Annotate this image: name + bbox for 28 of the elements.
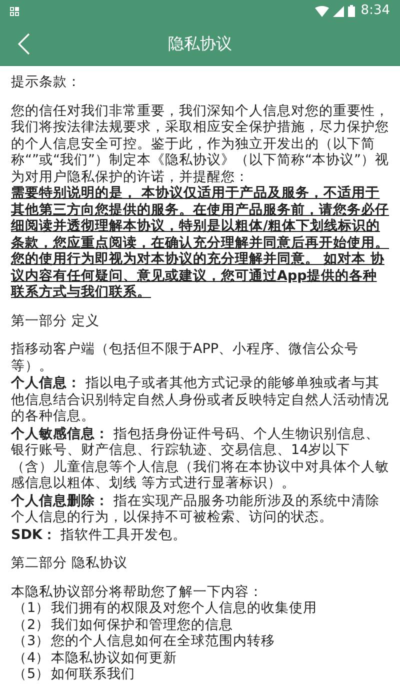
- list-item-text: 我们拥有的权限及对您个人信息的收集使用: [51, 600, 317, 616]
- definition: 个人敏感信息： 指包括身份证件号码、个人生物识别信息、银行账号、财产信息、行踪轨迹、交易信息、14岁以下（含）儿童信息等个人信息（我们将在本协议中对具体个人敏感信息以粗体、划线 等方式进行显著标识）。: [11, 426, 389, 492]
- list-number: （5）: [13, 666, 51, 682]
- paragraph: 第一部分 定义: [11, 312, 100, 329]
- list-item-text: 我们如何保护和管理您的信息: [51, 616, 233, 633]
- list-item-text: 您的个人信息如何在全球范围内转移: [51, 633, 275, 650]
- notice-paragraph: 需要特别说明的是， 本协议仅适用于产品及服务，不适用于其他第三方向您提供的服务。在使用产品服务前，请您务必仔细阅读并透彻理解本协议，特别是以粗体/粗体下划线标识的条款，您应重点阅读，在确认充分理解并同意后再开始使用。您的使用行为即视为对本协议的充分理解并同意。 如对本 协议内容有任何疑问、意见或建议，您可通过App提供的各种联系方式与我们联系。: [11, 185, 389, 300]
- page-title: 隐私协议: [168, 32, 232, 54]
- list-item-text: 本隐私协议如何更新: [51, 650, 177, 666]
- clock: 8:34: [360, 2, 390, 20]
- paragraph: 指移动客户端（包括但不限于APP、小程序、微信公众号等）。: [11, 341, 360, 374]
- list-number: （2）: [13, 616, 51, 633]
- list-number: （4）: [13, 650, 51, 666]
- definition: SDK： 指软件工具开发包。: [11, 526, 188, 543]
- list-item-text: 如何联系我们: [51, 666, 135, 682]
- definition: 个人信息删除： 指在实现产品服务功能所涉及的系统中清除个人信息的行为，以保持不可被检索、访问的状态。: [11, 492, 380, 526]
- wifi-icon: [314, 6, 329, 16]
- battery-icon: [348, 5, 355, 17]
- paragraph: 提示条款：: [11, 74, 82, 90]
- definition: 个人信息： 指以电子或者其他方式记录的能够单独或者与其他信息结合识别特定自然人身份或者反映特定自然人活动情况的各种信息。: [11, 375, 389, 424]
- paragraph: 您的信任对我们非常重要，我们深知个人信息对您的重要性，我们将按法律法规要求，采取相应安全保护措施，尽力保护您的个人信息安全可控。鉴于此，作为独立开发出的（以下简称“”或“我们”）制定本《隐私协议》（以下简称“本协议”）视为对用户隐私保护的许诺，并提醒您：: [11, 102, 389, 185]
- notification-icon: [10, 6, 19, 16]
- back-icon: [18, 33, 30, 55]
- paragraph: 本隐私协议部分将帮助您了解一下内容：: [11, 584, 264, 600]
- signal-icon: [332, 6, 344, 16]
- paragraph: 第二部分 隐私协议: [11, 555, 128, 572]
- list-number: （3）: [13, 633, 51, 650]
- list-number: （1）: [13, 600, 51, 616]
